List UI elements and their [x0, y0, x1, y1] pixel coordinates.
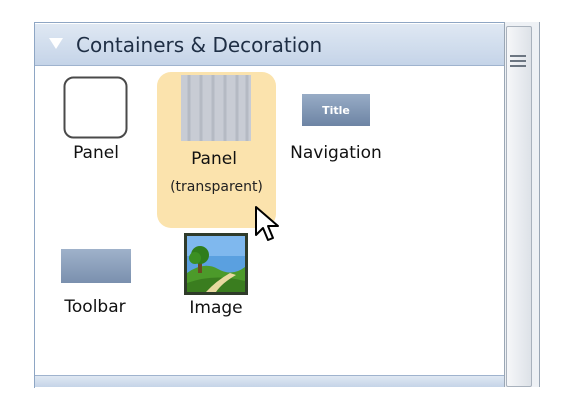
item-label-panel-transparent[interactable]: Panel: [184, 149, 244, 169]
toolbar-icon[interactable]: [61, 249, 131, 283]
mouse-pointer-icon: [255, 206, 279, 241]
scroll-grip-icon: [510, 55, 526, 57]
section-title: Containers & Decoration: [76, 33, 323, 57]
navigation-bar-icon[interactable]: Title: [302, 94, 370, 126]
collapse-arrow-icon[interactable]: [49, 38, 63, 49]
navigation-icon-title: Title: [322, 104, 350, 117]
item-label-toolbar[interactable]: Toolbar: [58, 297, 132, 317]
panel-icon[interactable]: [63, 76, 129, 140]
item-label-navigation[interactable]: Navigation: [284, 143, 388, 163]
scrollbar-thumb[interactable]: [506, 26, 532, 387]
next-section-header[interactable]: [35, 375, 504, 387]
item-label-image[interactable]: Image: [182, 298, 250, 318]
scroll-grip-icon: [510, 60, 526, 62]
scroll-grip-icon: [510, 65, 526, 67]
item-sublabel-transparent[interactable]: (transparent): [160, 179, 273, 195]
item-label-panel[interactable]: Panel: [70, 143, 122, 163]
image-icon[interactable]: [184, 233, 248, 295]
transparent-panel-icon[interactable]: [181, 75, 251, 141]
